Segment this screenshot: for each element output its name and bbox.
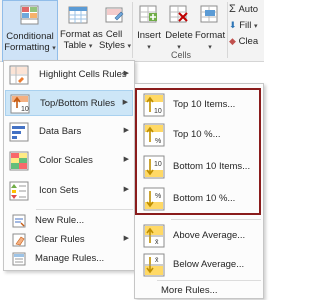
annotation-highlight-box: [135, 88, 261, 215]
conditional-formatting-menu: Highlight Cells Rules ▶ 10 Top/Bottom Ru…: [3, 60, 135, 271]
insert-button[interactable]: Insert ▾: [135, 0, 163, 53]
fill-label: Fill: [239, 20, 252, 31]
delete-button[interactable]: Delete ▾: [165, 0, 193, 53]
chevron-down-icon: ▾: [147, 44, 151, 51]
fat-label-line1: Format as: [60, 29, 103, 40]
chevron-right-icon: ▶: [123, 156, 129, 163]
chevron-down-icon: ▾: [88, 43, 93, 50]
menu-item-manage-rules[interactable]: Manage Rules...: [5, 250, 133, 267]
cf-label-line2: Formatting: [4, 42, 50, 53]
ribbon-divider: [227, 2, 228, 58]
svg-text:x̄: x̄: [155, 257, 159, 264]
below-average-icon: x̄: [143, 253, 165, 277]
autosum-label: Auto: [238, 4, 258, 15]
format-button[interactable]: Format ▾: [195, 0, 225, 53]
cs-label-line2: Styles: [99, 40, 125, 51]
new-rule-icon: [12, 214, 26, 228]
conditional-formatting-button[interactable]: Conditional Formatting ▾: [2, 0, 58, 62]
fill-down-icon: ⬇: [229, 20, 237, 30]
chevron-right-icon: ▶: [123, 235, 129, 242]
chevron-right-icon: ▶: [123, 70, 129, 77]
format-as-table-button[interactable]: Format as Table ▾: [60, 0, 103, 52]
eraser-icon: ◆: [229, 36, 236, 46]
submenu-item-above-average[interactable]: x̄ Above Average...: [137, 222, 261, 250]
cell-styles-icon: [105, 7, 124, 23]
submenu-item-below-average[interactable]: x̄ Below Average...: [137, 251, 261, 279]
fat-label-line2: Table: [63, 40, 87, 51]
cells-group-label: Cells: [171, 50, 192, 60]
ribbon-divider: [132, 2, 133, 58]
menu-item-color-scales[interactable]: Color Scales ▶: [5, 148, 133, 174]
insert-icon: [139, 5, 157, 23]
chevron-down-icon: ▾: [253, 23, 258, 30]
chevron-right-icon: ▶: [122, 99, 128, 106]
submenu-separator: [157, 280, 261, 281]
menu-item-highlight-cells-rules[interactable]: Highlight Cells Rules ▶: [5, 62, 133, 88]
menu-item-label: Manage Rules...: [35, 253, 105, 264]
chevron-down-icon: ▾: [208, 44, 212, 51]
menu-item-label: New Rule...: [35, 215, 85, 226]
cf-label-line1: Conditional: [6, 31, 54, 42]
menu-item-label: Highlight Cells Rules: [39, 69, 127, 80]
menu-separator: [36, 209, 133, 210]
color-scales-icon: [9, 151, 29, 171]
delete-label: Delete: [165, 30, 193, 41]
clear-rules-icon: [12, 233, 26, 247]
top-bottom-icon: 10: [10, 94, 30, 114]
chevron-down-icon: ▾: [127, 43, 132, 50]
menu-item-clear-rules[interactable]: Clear Rules ▶: [5, 231, 133, 248]
menu-item-label: Data Bars: [39, 126, 82, 137]
format-as-table-icon: [68, 6, 88, 24]
svg-text:10: 10: [21, 106, 29, 113]
menu-item-new-rule[interactable]: New Rule...: [5, 212, 133, 229]
sigma-icon: Σ: [229, 3, 236, 15]
menu-item-top-bottom-rules[interactable]: 10 Top/Bottom Rules ▶: [5, 90, 133, 116]
menu-item-label: Color Scales: [39, 155, 93, 166]
cs-label-line1: Cell: [105, 29, 123, 40]
menu-item-label: Icon Sets: [39, 185, 79, 196]
ribbon: Conditional Formatting ▾ Format as Table…: [0, 0, 264, 62]
data-bars-icon: [9, 122, 29, 142]
chevron-down-icon: ▾: [52, 45, 56, 52]
svg-text:x̄: x̄: [155, 239, 159, 246]
cell-styles-button[interactable]: Cell Styles ▾: [99, 0, 132, 52]
more-rules-label: More Rules...: [161, 285, 218, 296]
format-icon: [200, 5, 218, 23]
clear-button[interactable]: ◆ Clea: [229, 36, 264, 47]
submenu-item-more-rules[interactable]: More Rules...: [137, 284, 261, 298]
above-average-icon: x̄: [143, 224, 165, 248]
menu-item-label: Top/Bottom Rules: [40, 98, 115, 109]
format-label: Format: [195, 30, 226, 41]
menu-item-icon-sets[interactable]: Icon Sets ▶: [5, 178, 133, 204]
conditional-formatting-icon: [20, 5, 39, 25]
highlight-cells-icon: [9, 65, 29, 85]
menu-item-data-bars[interactable]: Data Bars ▶: [5, 119, 133, 145]
delete-icon: [169, 5, 188, 23]
chevron-right-icon: ▶: [123, 127, 129, 134]
submenu-item-label: Below Average...: [173, 259, 245, 270]
clear-label: Clea: [238, 36, 259, 47]
menu-item-label: Clear Rules: [35, 234, 85, 245]
manage-rules-icon: [12, 252, 26, 266]
icon-sets-icon: [9, 181, 29, 201]
submenu-item-label: Above Average...: [173, 230, 246, 241]
insert-label: Insert: [137, 30, 161, 41]
fill-button[interactable]: ⬇ Fill ▾: [229, 20, 264, 32]
submenu-separator: [171, 219, 261, 220]
autosum-button[interactable]: Σ Auto: [229, 3, 264, 16]
chevron-right-icon: ▶: [123, 186, 129, 193]
